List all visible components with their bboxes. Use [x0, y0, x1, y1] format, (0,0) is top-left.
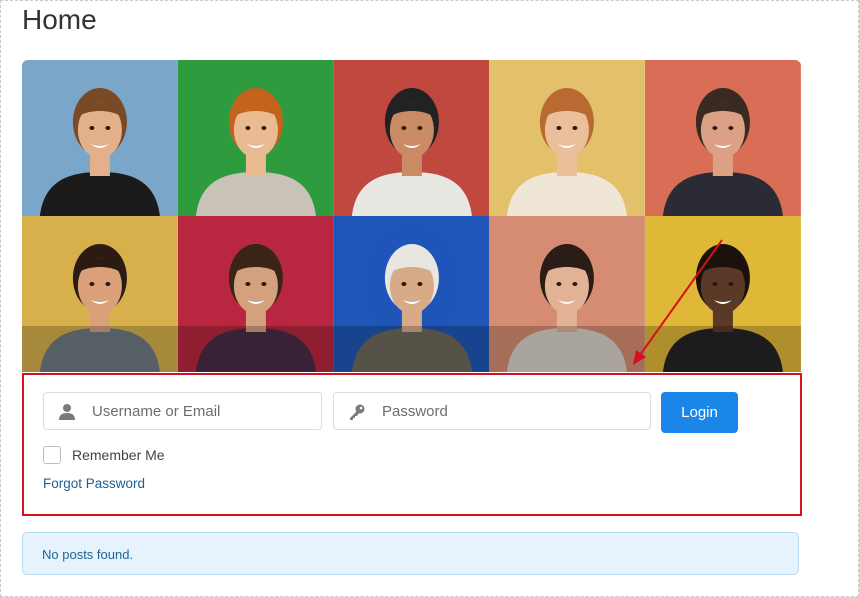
username-field[interactable]: [43, 392, 322, 430]
remember-checkbox[interactable]: [43, 446, 61, 464]
password-field[interactable]: [333, 392, 651, 430]
portrait-illustration: [645, 60, 801, 216]
hero-portrait: [22, 60, 178, 216]
remember-me[interactable]: Remember Me: [43, 445, 165, 465]
portrait-illustration: [489, 60, 646, 216]
portrait-illustration: [333, 60, 490, 216]
hero-portrait: [177, 60, 334, 216]
username-input[interactable]: [92, 393, 292, 429]
portrait-illustration: [177, 60, 334, 216]
portrait-illustration: [22, 60, 178, 216]
user-icon: [59, 404, 75, 420]
hero-banner: [22, 60, 801, 372]
login-form: Login Remember Me Forgot Password: [22, 373, 802, 516]
forgot-password-link[interactable]: Forgot Password: [43, 476, 145, 491]
posts-notice: No posts found.: [22, 532, 799, 575]
remember-label: Remember Me: [72, 447, 165, 463]
hero-portrait: [645, 60, 801, 216]
hero-portrait: [333, 60, 490, 216]
login-button[interactable]: Login: [661, 392, 738, 433]
hero-overlay: [22, 326, 801, 372]
notice-text: No posts found.: [42, 547, 134, 562]
hero-portrait: [489, 60, 646, 216]
password-input[interactable]: [382, 393, 582, 429]
key-icon: [350, 404, 365, 420]
page-title: Home: [22, 4, 97, 35]
